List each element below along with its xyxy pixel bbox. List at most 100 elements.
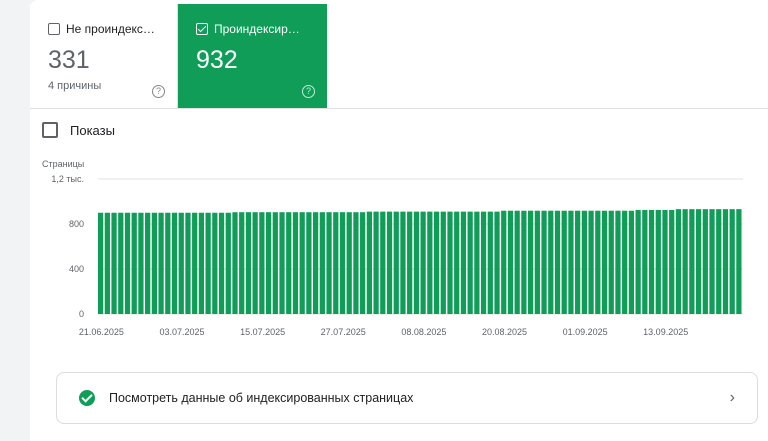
bar — [373, 211, 379, 315]
bar — [622, 210, 628, 314]
bar — [104, 212, 110, 314]
bar — [642, 209, 648, 314]
bar — [514, 210, 520, 314]
bar — [601, 210, 608, 314]
bar — [386, 211, 393, 315]
bar — [145, 212, 151, 314]
bar — [98, 212, 104, 314]
bar — [158, 212, 164, 314]
bar — [346, 212, 352, 314]
bar — [480, 211, 487, 315]
tile-not-indexed-label: Не проиндексир... — [66, 22, 158, 36]
bar — [608, 210, 614, 314]
bar — [487, 211, 493, 315]
bar — [326, 212, 332, 314]
y-tick-label: 400 — [69, 264, 84, 274]
bar — [702, 209, 708, 314]
bar — [548, 210, 554, 314]
bar — [299, 212, 305, 314]
bar — [568, 210, 574, 314]
x-tick-label: 15.07.2025 — [240, 327, 285, 337]
check-circle-icon — [79, 390, 95, 406]
bar — [111, 212, 117, 314]
bar — [131, 212, 137, 314]
x-tick-label: 20.08.2025 — [482, 327, 527, 337]
tile-not-indexed-value: 331 — [48, 46, 90, 74]
bar — [272, 212, 278, 314]
bar — [675, 209, 682, 314]
bar — [722, 209, 729, 314]
tile-indexed-value: 932 — [196, 46, 238, 74]
bar — [534, 210, 540, 314]
y-axis-label: Страницы — [42, 159, 84, 169]
checkbox-shows[interactable] — [42, 122, 58, 138]
bar — [225, 212, 231, 314]
bar — [205, 212, 211, 314]
bar — [118, 212, 124, 314]
bar — [588, 210, 594, 314]
bar — [306, 212, 312, 314]
bar — [615, 210, 621, 314]
checkbox-indexed-checked[interactable] — [196, 23, 208, 35]
bar — [648, 209, 655, 314]
bar — [232, 212, 238, 314]
bar — [151, 212, 157, 314]
bar — [333, 212, 339, 314]
bar-chart-svg: Страницы 0 400 800 1,2 тыс. 21.06.2025 03.07.2… — [42, 159, 743, 337]
shows-toggle[interactable]: Показы — [42, 122, 115, 138]
bar — [252, 212, 258, 314]
tile-not-indexed[interactable]: Не проиндексир... 331 4 причины ? — [30, 4, 178, 108]
bar — [454, 211, 460, 315]
x-tick-label: 21.06.2025 — [79, 327, 124, 337]
view-indexed-pages-label: Посмотреть данные об индексированных стр… — [109, 391, 414, 405]
bar — [467, 211, 473, 315]
bar — [447, 211, 453, 315]
bar — [695, 209, 702, 314]
help-icon[interactable]: ? — [302, 85, 315, 98]
help-icon[interactable]: ? — [152, 85, 165, 98]
bar — [192, 212, 198, 314]
bar — [292, 212, 299, 314]
bar — [286, 212, 292, 314]
bar — [339, 212, 346, 314]
bar — [736, 209, 742, 314]
view-indexed-pages-link[interactable]: Посмотреть данные об индексированных стр… — [56, 372, 758, 424]
bar — [494, 211, 500, 315]
status-tiles: Не проиндексир... 331 4 причины ? Проинд… — [30, 0, 768, 109]
tile-indexed-label: Проиндексирова... — [214, 22, 306, 36]
bar — [279, 212, 285, 314]
bar — [239, 212, 245, 314]
bar — [669, 209, 675, 314]
bar — [124, 212, 131, 314]
bar — [165, 212, 171, 314]
x-tick-label: 01.09.2025 — [563, 327, 608, 337]
bar — [313, 212, 319, 314]
x-tick-label: 03.07.2025 — [159, 327, 204, 337]
bar — [171, 212, 178, 314]
bar — [360, 212, 366, 314]
tile-indexed[interactable]: Проиндексирова... 932 ? — [178, 4, 327, 108]
bar — [682, 209, 688, 314]
chevron-right-icon: › — [729, 389, 735, 406]
bar — [413, 211, 420, 315]
bar — [212, 212, 218, 314]
bar — [460, 211, 467, 315]
bar — [198, 212, 205, 314]
bar — [521, 210, 527, 314]
bar — [393, 211, 399, 315]
bar — [561, 210, 567, 314]
bar — [366, 211, 372, 315]
bar — [709, 209, 715, 314]
bar — [353, 212, 359, 314]
x-tick-label: 27.07.2025 — [321, 327, 366, 337]
bar — [265, 212, 272, 314]
bar — [528, 210, 534, 314]
bar — [178, 212, 184, 314]
bar — [501, 210, 507, 314]
bar — [245, 212, 252, 314]
bar — [420, 211, 426, 315]
bar — [575, 210, 581, 314]
checkbox-not-indexed[interactable] — [48, 23, 60, 35]
bar — [380, 211, 386, 315]
bar — [689, 209, 695, 314]
